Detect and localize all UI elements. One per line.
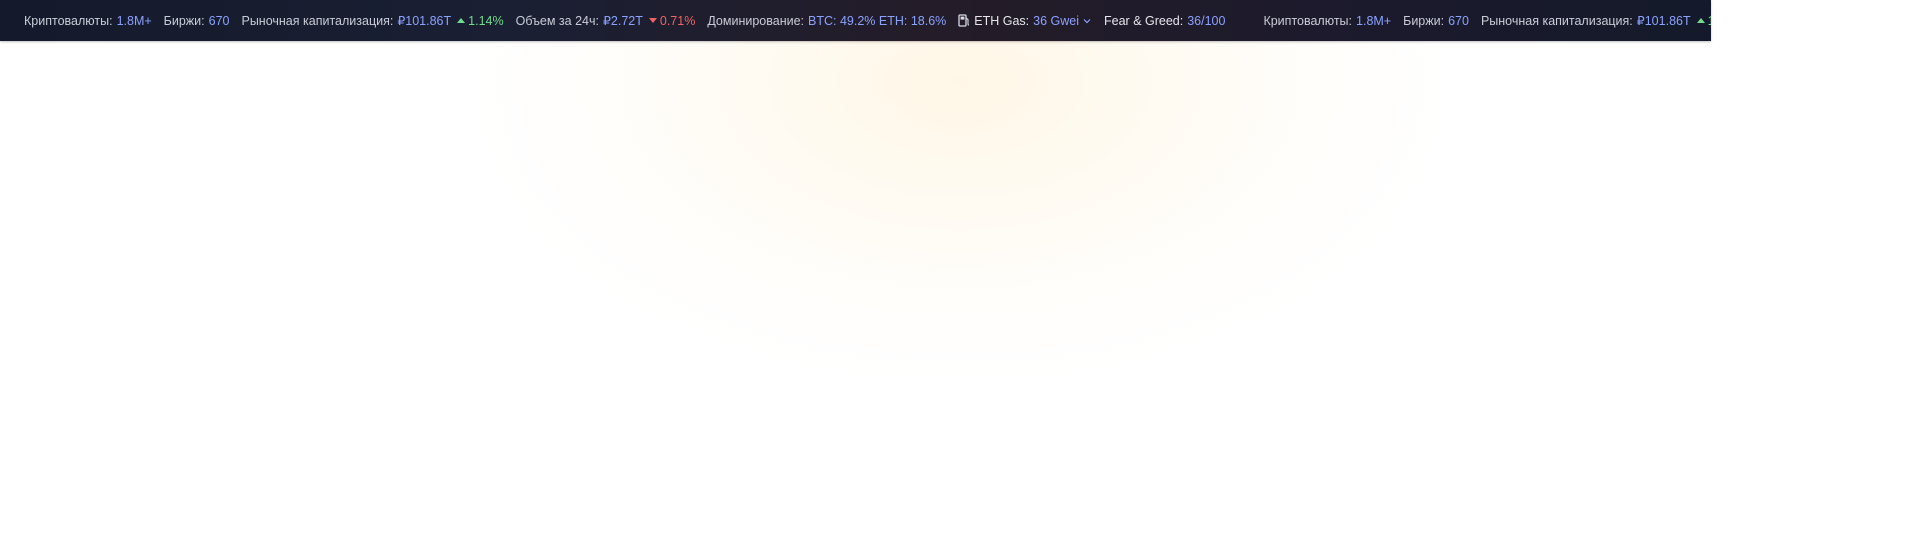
- stat-label: Объем за 24ч:: [515, 13, 599, 28]
- change-value: 1.14%: [468, 13, 504, 28]
- stat-value: BTC: 49.2% ETH: 18.6%: [808, 13, 947, 28]
- stat-value: ₽101.86T: [1636, 14, 1691, 28]
- stat-label: Криптовалюты:: [1263, 13, 1353, 28]
- stat-cryptocurrencies[interactable]: Криптовалюты: 1.8M+: [1263, 14, 1391, 28]
- change-value: 0.71%: [659, 13, 696, 28]
- stat-fear-greed[interactable]: Fear & Greed: 36/100: [1104, 14, 1225, 28]
- stat-label: ETH Gas:: [974, 13, 1030, 28]
- stat-cryptocurrencies[interactable]: Криптовалюты: 1.8M+: [24, 14, 152, 28]
- stat-label: Биржи:: [163, 13, 205, 28]
- stat-value: 1.8M+: [1356, 13, 1392, 28]
- stat-market-cap[interactable]: Рыночная капитализация: ₽101.86T 1.14%: [1480, 13, 1711, 29]
- stat-value: 36 Gwei: [1033, 13, 1080, 28]
- stat-label: Рыночная капитализация:: [241, 13, 394, 28]
- caret-up-icon: [457, 18, 466, 23]
- background-glow: [0, 41, 1920, 541]
- stat-value: 36/100: [1187, 13, 1226, 28]
- stat-market-cap[interactable]: Рыночная капитализация: ₽101.86T 1.14%: [241, 13, 504, 29]
- stat-exchanges[interactable]: Биржи: 670: [1403, 14, 1469, 28]
- ticker-track: Криптовалюты: 1.8M+ Биржи: 670 Рыночная …: [24, 0, 1711, 41]
- caret-up-icon: [1696, 18, 1705, 23]
- stat-label: Рыночная капитализация:: [1480, 13, 1633, 28]
- gas-pump-icon: [958, 14, 970, 27]
- global-stats-ticker: Криптовалюты: 1.8M+ Биржи: 670 Рыночная …: [0, 0, 1711, 41]
- eth-gas-dropdown[interactable]: ETH Gas: 36 Gwei: [958, 14, 1092, 28]
- change-positive: 1.14%: [457, 13, 504, 28]
- stat-exchanges[interactable]: Биржи: 670: [164, 14, 230, 28]
- stat-value: 1.8M+: [116, 13, 152, 28]
- stat-label: Fear & Greed:: [1104, 13, 1184, 28]
- change-value: 1.14%: [1708, 14, 1711, 28]
- stat-value: 670: [208, 13, 230, 28]
- chevron-down-icon: [1083, 18, 1091, 23]
- change-negative: 0.71%: [648, 13, 696, 28]
- stat-dominance[interactable]: Доминирование: BTC: 49.2% ETH: 18.6%: [707, 14, 946, 28]
- stat-value: ₽2.72T: [602, 14, 643, 28]
- stat-label: Криптовалюты:: [24, 13, 113, 28]
- stat-value: ₽101.86T: [397, 14, 452, 28]
- stat-label: Доминирование:: [707, 13, 805, 28]
- caret-down-icon: [648, 18, 657, 23]
- stat-value: 670: [1448, 13, 1469, 28]
- stat-volume-24h[interactable]: Объем за 24ч: ₽2.72T 0.71%: [515, 13, 696, 29]
- change-positive: 1.14%: [1696, 14, 1711, 28]
- stat-label: Биржи:: [1403, 13, 1445, 28]
